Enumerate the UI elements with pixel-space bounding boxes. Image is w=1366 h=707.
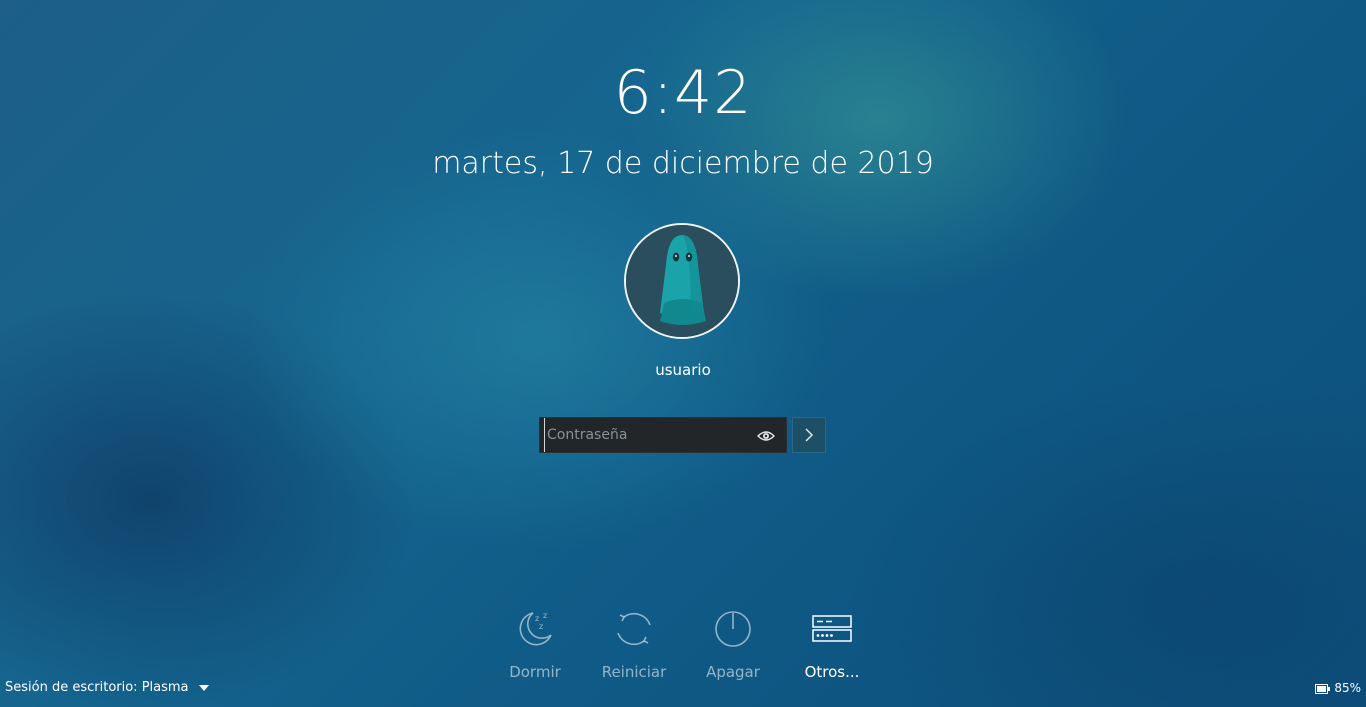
clock-time: 6:42 xyxy=(613,58,753,128)
battery-icon xyxy=(1315,684,1331,694)
restart-icon xyxy=(617,612,651,646)
session-selector[interactable]: Sesión de escritorio: Plasma xyxy=(5,680,209,695)
username-label: usuario xyxy=(655,361,711,379)
login-submit-button[interactable] xyxy=(792,417,826,453)
chevron-down-icon xyxy=(198,684,209,691)
sleep-button[interactable]: z z z Dormir xyxy=(490,607,580,681)
svg-text:z: z xyxy=(539,622,543,631)
other-sessions-label: Otros... xyxy=(804,663,860,681)
restart-label: Reiniciar xyxy=(601,663,667,681)
sleep-label: Dormir xyxy=(509,663,561,681)
chevron-right-icon xyxy=(805,428,813,442)
eye-icon[interactable] xyxy=(757,427,775,445)
clock-date: martes, 17 de diciembre de 2019 xyxy=(432,146,934,181)
svg-text:z: z xyxy=(543,611,547,620)
shutdown-label: Apagar xyxy=(706,663,760,681)
battery-percent: 85% xyxy=(1334,681,1361,695)
other-sessions-button[interactable]: Otros... xyxy=(787,607,877,681)
user-avatar[interactable] xyxy=(624,223,740,339)
ghost-avatar-icon xyxy=(626,225,738,337)
session-label: Sesión de escritorio: Plasma xyxy=(5,680,189,695)
shutdown-button[interactable]: Apagar xyxy=(688,607,778,681)
power-icon xyxy=(715,611,751,647)
other-sessions-icon xyxy=(812,615,852,642)
restart-button[interactable]: Reiniciar xyxy=(589,607,679,681)
battery-indicator: 85% xyxy=(1315,681,1361,695)
password-field-container xyxy=(539,417,787,453)
sleep-moon-icon: z z z xyxy=(519,611,552,646)
password-input[interactable] xyxy=(544,418,747,452)
